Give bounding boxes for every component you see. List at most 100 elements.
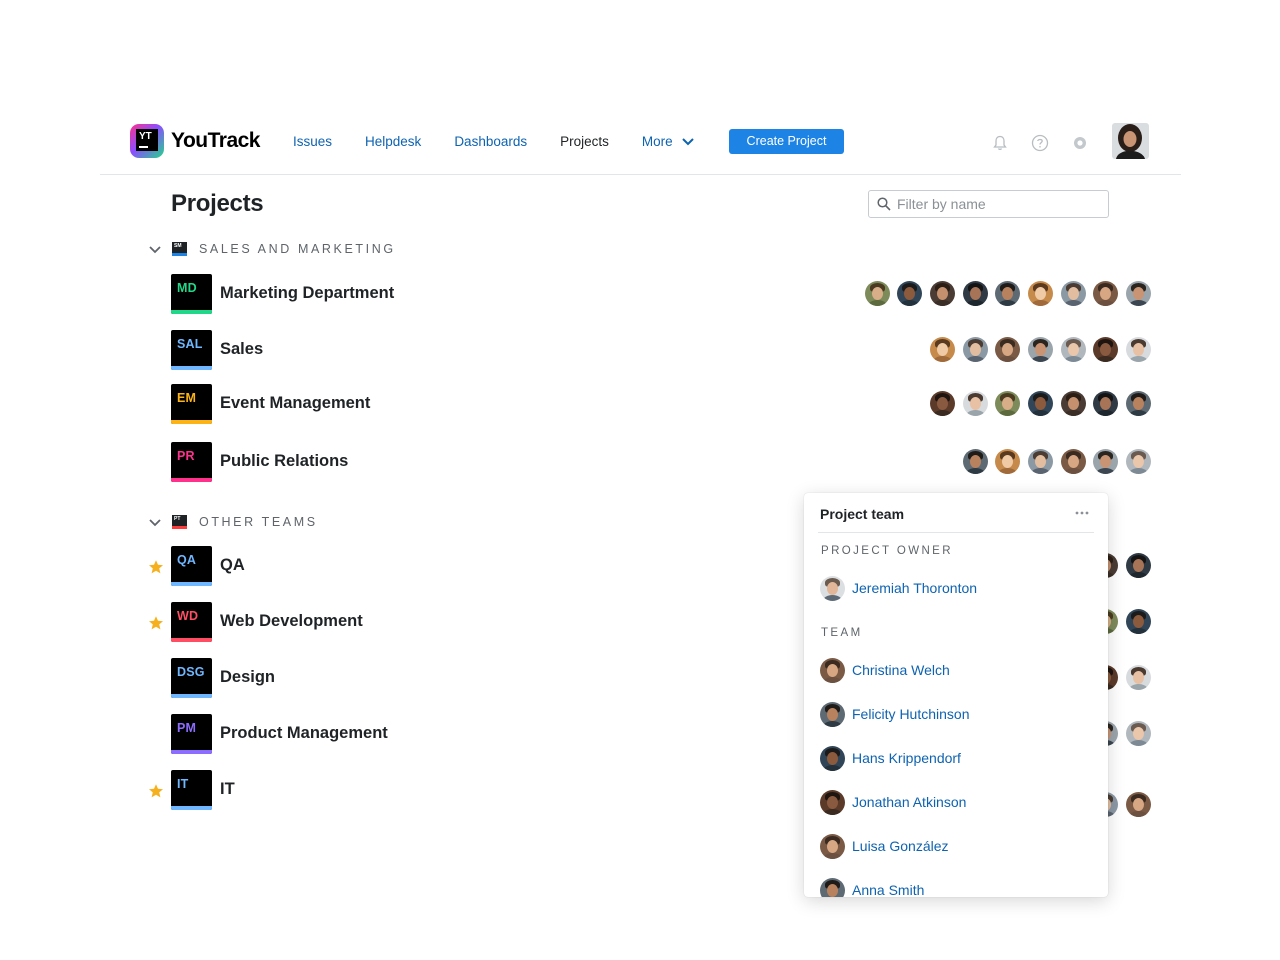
avatar[interactable] xyxy=(962,391,988,416)
avatar[interactable] xyxy=(1126,665,1151,690)
avatar[interactable] xyxy=(1027,281,1053,306)
project-icon[interactable]: EM xyxy=(171,384,212,424)
project-icon[interactable]: DSG xyxy=(171,658,212,698)
project-icon[interactable]: IT xyxy=(171,770,212,810)
user-avatar[interactable] xyxy=(1112,123,1149,159)
team-member[interactable]: Luisa González xyxy=(820,833,949,859)
settings-icon[interactable] xyxy=(1071,134,1089,152)
avatar[interactable] xyxy=(1027,391,1053,416)
star-icon[interactable] xyxy=(148,615,164,631)
project-row[interactable]: MD Marketing Department xyxy=(148,274,1151,314)
team-member[interactable]: Jonathan Atkinson xyxy=(820,789,966,815)
nav-issues[interactable]: Issues xyxy=(293,134,332,149)
project-icon[interactable]: PM xyxy=(171,714,212,754)
project-icon[interactable]: QA xyxy=(171,546,212,586)
star-icon[interactable] xyxy=(148,783,164,799)
project-abbr: MD xyxy=(177,281,197,295)
avatar[interactable] xyxy=(1126,281,1151,306)
avatar[interactable] xyxy=(1027,449,1053,474)
avatar[interactable] xyxy=(995,337,1021,362)
avatar[interactable] xyxy=(929,391,955,416)
project-icon[interactable]: WD xyxy=(171,602,212,642)
avatar[interactable] xyxy=(995,449,1021,474)
avatar xyxy=(820,833,845,859)
avatar[interactable] xyxy=(929,281,955,306)
youtrack-logo[interactable]: YT YouTrack xyxy=(130,124,260,158)
avatar[interactable] xyxy=(1060,391,1086,416)
filter-input[interactable] xyxy=(897,196,1097,212)
group-label: OTHER TEAMS xyxy=(199,515,318,529)
project-name[interactable]: Product Management xyxy=(220,724,388,743)
avatar[interactable] xyxy=(1093,337,1119,362)
avatar[interactable] xyxy=(1060,449,1086,474)
avatar[interactable] xyxy=(1093,449,1119,474)
team-member[interactable]: Anna Smith xyxy=(820,877,924,897)
group-header-other-teams[interactable]: PT OTHER TEAMS xyxy=(148,515,318,529)
group-icon: PT xyxy=(172,515,187,529)
help-icon[interactable] xyxy=(1031,134,1049,152)
avatar[interactable] xyxy=(1060,281,1086,306)
project-abbr: DSG xyxy=(177,665,205,679)
project-name[interactable]: Sales xyxy=(220,340,263,359)
avatar[interactable] xyxy=(897,281,923,306)
project-icon[interactable]: SAL xyxy=(171,330,212,370)
project-name[interactable]: Public Relations xyxy=(220,452,348,471)
member-name: Jeremiah Thoronton xyxy=(852,580,978,596)
filter-field[interactable] xyxy=(868,190,1109,218)
project-row[interactable]: EM Event Management xyxy=(148,384,1151,424)
avatar[interactable] xyxy=(1126,391,1151,416)
project-members xyxy=(955,449,1151,474)
member-name: Hans Krippendorf xyxy=(852,750,961,766)
project-abbr: IT xyxy=(177,777,189,791)
project-name[interactable]: Marketing Department xyxy=(220,284,394,303)
avatar[interactable] xyxy=(1093,281,1119,306)
avatar[interactable] xyxy=(1126,609,1151,634)
project-icon[interactable]: PR xyxy=(171,442,212,482)
project-abbr: PR xyxy=(177,449,195,463)
bell-icon[interactable] xyxy=(991,134,1009,152)
avatar[interactable] xyxy=(995,281,1021,306)
project-name[interactable]: QA xyxy=(220,556,245,575)
avatar[interactable] xyxy=(1126,449,1151,474)
divider xyxy=(818,532,1094,533)
avatar[interactable] xyxy=(1126,721,1151,746)
chevron-down-icon xyxy=(149,519,161,527)
nav-more[interactable]: More xyxy=(642,134,694,149)
avatar[interactable] xyxy=(962,337,988,362)
avatar[interactable] xyxy=(1027,337,1053,362)
project-abbr: EM xyxy=(177,391,197,405)
more-options-icon[interactable] xyxy=(1072,507,1092,519)
avatar[interactable] xyxy=(962,281,988,306)
page-title: Projects xyxy=(171,190,264,217)
avatar[interactable] xyxy=(1060,337,1086,362)
avatar[interactable] xyxy=(1126,337,1151,362)
team-member[interactable]: Felicity Hutchinson xyxy=(820,701,970,727)
chevron-down-icon xyxy=(681,137,694,145)
project-members xyxy=(857,281,1151,306)
project-name[interactable]: IT xyxy=(220,780,235,799)
avatar[interactable] xyxy=(929,337,955,362)
avatar[interactable] xyxy=(864,281,890,306)
nav-helpdesk[interactable]: Helpdesk xyxy=(365,134,421,149)
nav-projects[interactable]: Projects xyxy=(560,134,609,149)
star-icon[interactable] xyxy=(148,559,164,575)
nav-dashboards[interactable]: Dashboards xyxy=(454,134,527,149)
project-name[interactable]: Design xyxy=(220,668,275,687)
project-row[interactable]: SAL Sales xyxy=(148,330,1151,370)
team-member[interactable]: Christina Welch xyxy=(820,657,950,683)
avatar[interactable] xyxy=(962,449,988,474)
avatar[interactable] xyxy=(1126,792,1151,817)
avatar[interactable] xyxy=(1126,553,1151,578)
project-name[interactable]: Event Management xyxy=(220,394,370,413)
avatar[interactable] xyxy=(995,391,1021,416)
user-avatar-image xyxy=(1112,123,1149,159)
popup-title: Project team xyxy=(820,506,905,522)
create-project-button[interactable]: Create Project xyxy=(729,129,844,154)
group-header-sales-and-marketing[interactable]: SM SALES AND MARKETING xyxy=(148,242,396,256)
project-name[interactable]: Web Development xyxy=(220,612,363,631)
project-row[interactable]: PR Public Relations xyxy=(148,442,1151,482)
avatar[interactable] xyxy=(1093,391,1119,416)
project-icon[interactable]: MD xyxy=(171,274,212,314)
team-member[interactable]: Hans Krippendorf xyxy=(820,745,961,771)
project-owner[interactable]: Jeremiah Thoronton xyxy=(820,575,977,601)
